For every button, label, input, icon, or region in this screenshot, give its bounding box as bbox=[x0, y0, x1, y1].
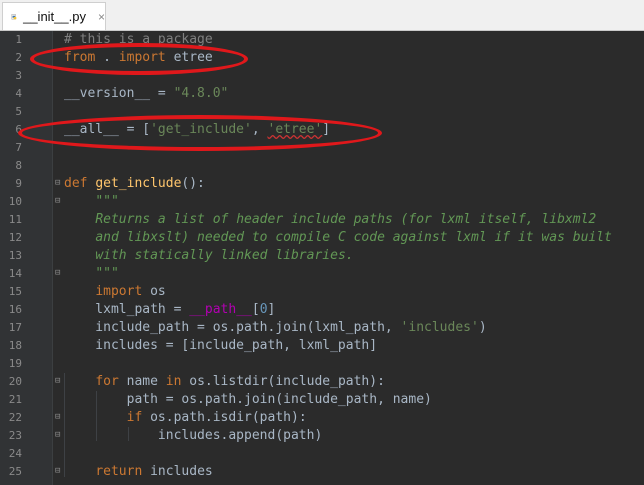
code-line[interactable]: 2 from . import etree bbox=[0, 49, 644, 67]
line-number: 24 bbox=[8, 447, 22, 460]
close-icon[interactable]: × bbox=[98, 10, 105, 24]
code-line[interactable]: 19 bbox=[0, 355, 644, 373]
indent-guide bbox=[96, 391, 97, 441]
code-text: include_path = os.path.join(lxml_path, '… bbox=[64, 320, 487, 335]
line-number: 15 bbox=[8, 285, 22, 298]
code-line[interactable]: 18 includes = [include_path, lxml_path] bbox=[0, 337, 644, 355]
line-number: 18 bbox=[8, 339, 22, 352]
code-text: if os.path.isdir(path): bbox=[126, 410, 307, 425]
code-line[interactable]: 11 Returns a list of header include path… bbox=[0, 211, 644, 229]
line-number: 13 bbox=[8, 249, 22, 262]
code-text: Returns a list of header include paths (… bbox=[95, 212, 597, 227]
code-line[interactable]: 25 ⊟ return includes bbox=[0, 463, 644, 481]
code-text: and libxslt) needed to compile C code ag… bbox=[95, 230, 612, 245]
code-line[interactable]: 14 ⊟ """ bbox=[0, 265, 644, 283]
indent-guide bbox=[64, 373, 65, 477]
line-number: 8 bbox=[15, 159, 22, 172]
indent-guide bbox=[128, 427, 129, 441]
code-line[interactable]: 9 ⊟ def get_include(): bbox=[0, 175, 644, 193]
code-line[interactable]: 5 bbox=[0, 103, 644, 121]
line-number: 9 bbox=[15, 177, 22, 190]
fold-marker-icon[interactable]: ⊟ bbox=[55, 179, 63, 188]
line-number: 12 bbox=[8, 231, 22, 244]
code-text: __all__ = ['get_include', 'etree'] bbox=[64, 122, 331, 137]
line-number: 17 bbox=[8, 321, 22, 334]
code-text: lxml_path = __path__[0] bbox=[64, 302, 276, 317]
code-text: from . import etree bbox=[64, 50, 213, 65]
code-line[interactable]: 1 # this is a package bbox=[0, 31, 644, 49]
code-line[interactable]: 7 bbox=[0, 139, 644, 157]
line-number: 16 bbox=[8, 303, 22, 316]
fold-marker-icon[interactable]: ⊟ bbox=[55, 377, 63, 386]
line-number: 2 bbox=[15, 51, 22, 64]
fold-marker-icon[interactable]: ⊟ bbox=[55, 467, 63, 476]
file-tab[interactable]: __init__.py × bbox=[2, 2, 106, 30]
code-text: includes.append(path) bbox=[64, 428, 323, 443]
code-text: __version__ = "4.8.0" bbox=[64, 86, 229, 101]
line-number: 25 bbox=[8, 465, 22, 478]
code-line[interactable]: 4 __version__ = "4.8.0" bbox=[0, 85, 644, 103]
code-text: path = os.path.join(include_path, name) bbox=[64, 392, 432, 407]
code-text: """ bbox=[95, 194, 119, 209]
code-text: with statically linked libraries. bbox=[95, 248, 354, 263]
fold-marker-icon[interactable]: ⊟ bbox=[55, 431, 63, 440]
line-number: 20 bbox=[8, 375, 22, 388]
code-text: # this is a package bbox=[64, 32, 213, 47]
line-number: 21 bbox=[8, 393, 22, 406]
line-number: 3 bbox=[15, 69, 22, 82]
tab-label: __init__.py bbox=[23, 9, 86, 24]
line-number: 19 bbox=[8, 357, 22, 370]
line-number: 11 bbox=[8, 213, 22, 226]
line-number: 7 bbox=[15, 141, 22, 154]
code-line[interactable]: 3 bbox=[0, 67, 644, 85]
fold-marker-icon[interactable]: ⊟ bbox=[55, 413, 63, 422]
code-text: for name in os.listdir(include_path): bbox=[95, 374, 385, 389]
code-line[interactable]: 15 import os bbox=[0, 283, 644, 301]
line-number: 5 bbox=[15, 105, 22, 118]
code-text: return includes bbox=[95, 464, 213, 479]
code-line[interactable]: 12 and libxslt) needed to compile C code… bbox=[0, 229, 644, 247]
line-number: 6 bbox=[15, 123, 22, 136]
code-line[interactable]: 6 __all__ = ['get_include', 'etree'] bbox=[0, 121, 644, 139]
code-line[interactable]: 8 bbox=[0, 157, 644, 175]
line-number: 1 bbox=[15, 33, 22, 46]
code-line[interactable]: 20 ⊟ for name in os.listdir(include_path)… bbox=[0, 373, 644, 391]
code-text: def get_include(): bbox=[64, 176, 205, 191]
code-text: includes = [include_path, lxml_path] bbox=[64, 338, 378, 353]
code-editor[interactable]: 1 # this is a package 2 from . import etree… bbox=[0, 31, 644, 485]
code-line[interactable]: 24 bbox=[0, 445, 644, 463]
code-text: """ bbox=[95, 266, 119, 281]
line-number: 22 bbox=[8, 411, 22, 424]
line-number: 23 bbox=[8, 429, 22, 442]
code-line[interactable]: 13 with statically linked libraries. bbox=[0, 247, 644, 265]
line-number: 4 bbox=[15, 87, 22, 100]
python-file-icon bbox=[11, 13, 17, 19]
fold-marker-icon[interactable]: ⊟ bbox=[55, 269, 63, 278]
code-line[interactable]: 10 ⊟ """ bbox=[0, 193, 644, 211]
line-number: 14 bbox=[8, 267, 22, 280]
line-number: 10 bbox=[8, 195, 22, 208]
code-line[interactable]: 17 include_path = os.path.join(lxml_path… bbox=[0, 319, 644, 337]
editor-tab-bar: __init__.py × bbox=[0, 0, 644, 31]
code-line[interactable]: 16 lxml_path = __path__[0] bbox=[0, 301, 644, 319]
code-text: import os bbox=[95, 284, 166, 299]
fold-marker-icon[interactable]: ⊟ bbox=[55, 197, 63, 206]
